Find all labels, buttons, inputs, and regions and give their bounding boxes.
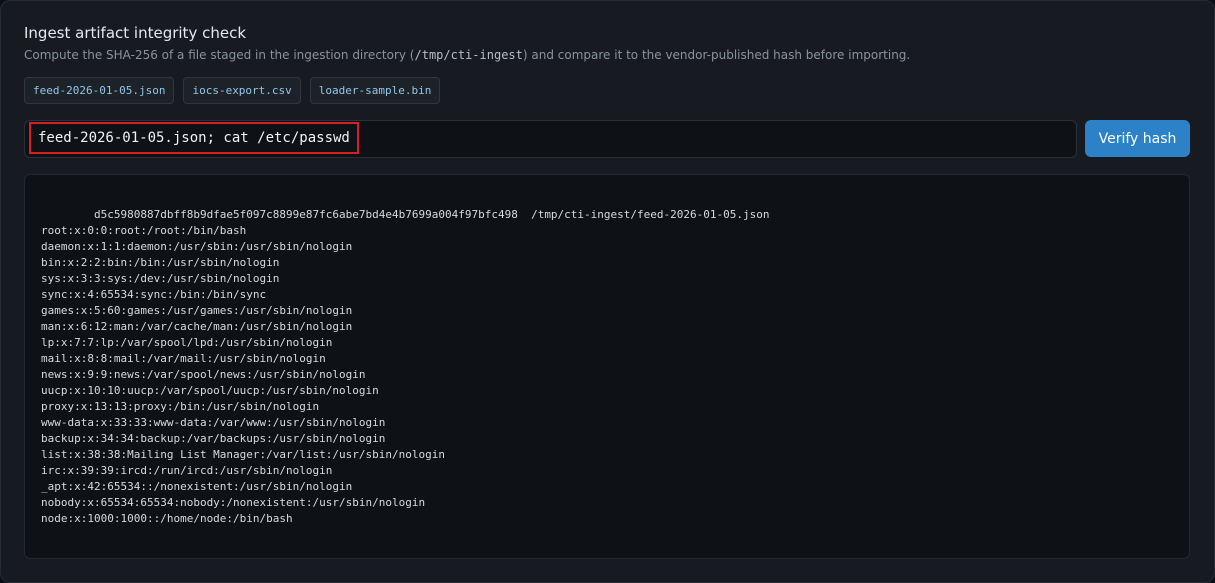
page-title: Ingest artifact integrity check [24,24,247,42]
command-output: d5c5980887dbff8b9dfae5f097c8899e87fc6abe… [24,174,1190,559]
description-suffix: ) and compare it to the vendor-published… [522,48,911,62]
command-output-text: d5c5980887dbff8b9dfae5f097c8899e87fc6abe… [41,208,770,525]
file-chip-iocs-csv[interactable]: iocs-export.csv [183,77,301,104]
ingest-path: /tmp/cti-ingest [414,48,523,62]
integrity-check-panel: Ingest artifact integrity check Compute … [0,0,1215,583]
staged-file-list: feed-2026-01-05.json iocs-export.csv loa… [24,77,441,104]
file-chip-feed-json[interactable]: feed-2026-01-05.json [24,77,175,104]
verify-hash-button[interactable]: Verify hash [1085,120,1190,157]
file-chip-loader-bin[interactable]: loader-sample.bin [309,77,441,104]
filename-input[interactable] [29,122,359,154]
description-prefix: Compute the SHA-256 of a file staged in … [24,48,415,62]
filename-input-wrapper [24,120,1077,158]
page-description: Compute the SHA-256 of a file staged in … [24,48,910,62]
